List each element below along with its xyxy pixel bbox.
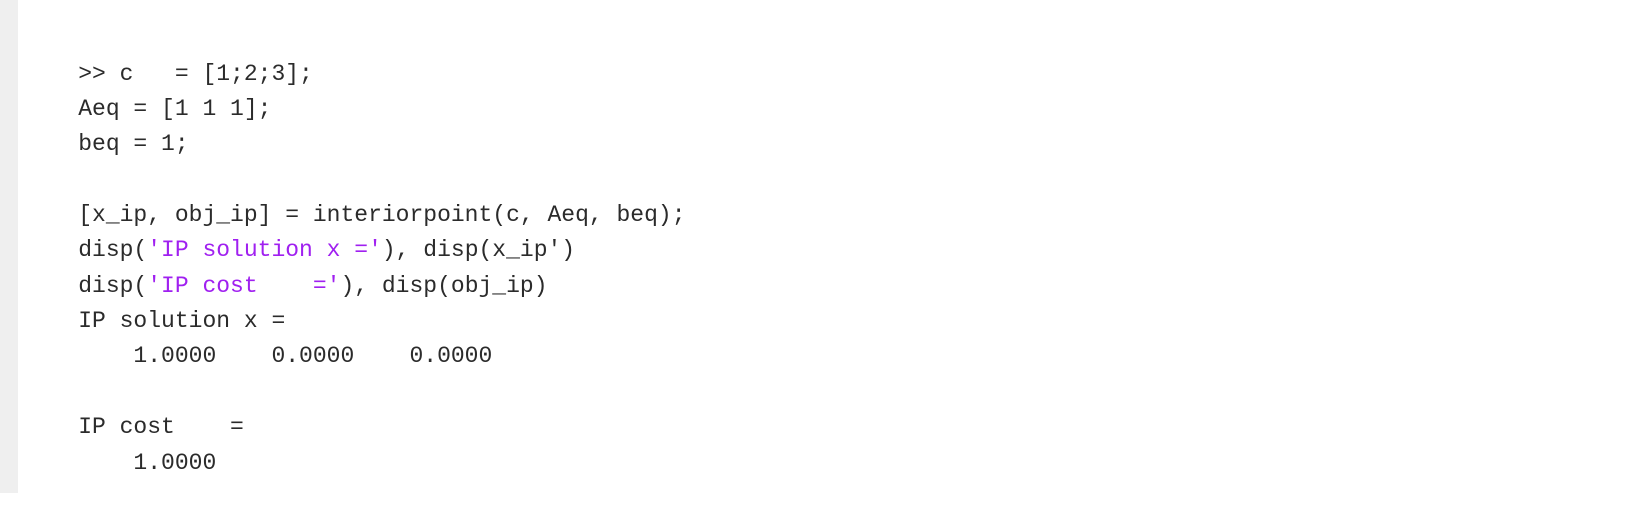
command-window[interactable]: >> c = [1;2;3]; Aeq = [1 1 1]; beq = 1; … <box>18 0 1635 493</box>
output-values: 1.0000 0.0000 0.0000 <box>78 343 493 369</box>
console-gutter <box>0 0 18 493</box>
console-text: ), disp(obj_ip) <box>340 273 548 299</box>
output-values: 1.0000 <box>78 450 217 476</box>
console-line-12: 1.0000 <box>23 418 216 508</box>
console-text: beq = 1; <box>78 131 189 157</box>
